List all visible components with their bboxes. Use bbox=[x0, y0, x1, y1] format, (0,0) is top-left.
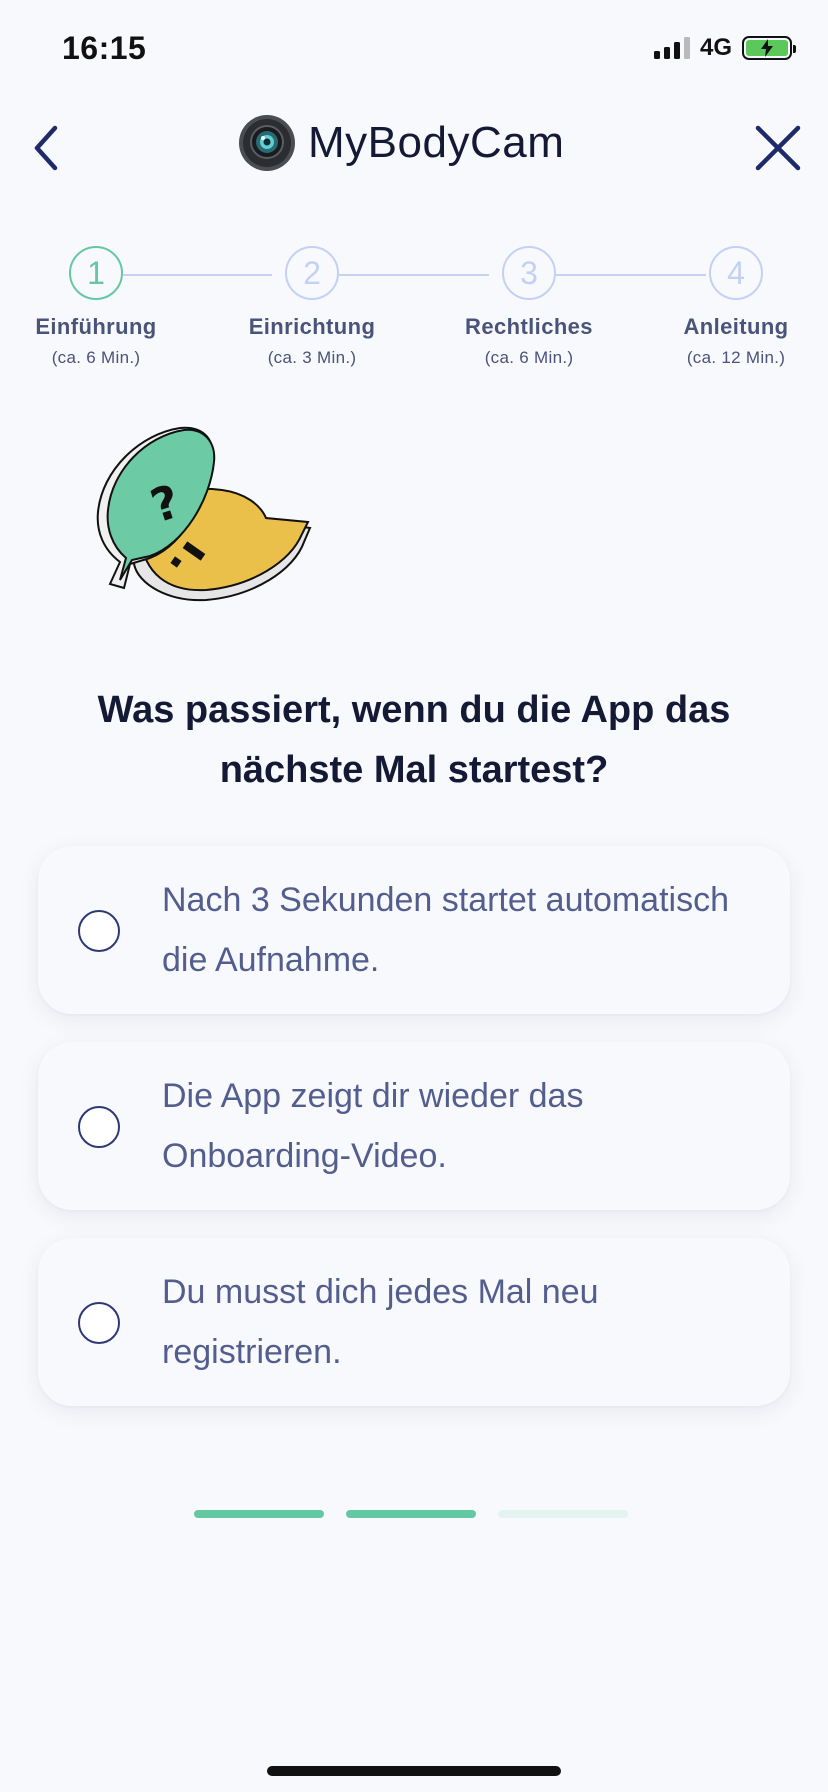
step-legal: 3 Rechtliches (ca. 6 Min.) bbox=[439, 246, 619, 368]
quiz-question: Was passiert, wenn du die App das nächst… bbox=[97, 689, 731, 791]
step-label: Anleitung bbox=[683, 314, 789, 339]
step-guide: 4 Anleitung (ca. 12 Min.) bbox=[646, 246, 826, 368]
close-icon bbox=[755, 125, 801, 171]
close-button[interactable] bbox=[750, 120, 806, 176]
answer-option[interactable]: Du musst dich jedes Mal neu registrieren… bbox=[38, 1238, 790, 1406]
network-label: 4G bbox=[699, 34, 732, 61]
battery-icon bbox=[742, 36, 796, 60]
radio-button[interactable] bbox=[78, 1106, 120, 1148]
camera-lens-logo-icon bbox=[239, 115, 295, 171]
step-label: Rechtliches bbox=[465, 314, 593, 339]
step-duration: (ca. 6 Min.) bbox=[51, 348, 141, 367]
back-button[interactable] bbox=[26, 118, 66, 178]
signal-icon bbox=[653, 37, 690, 59]
step-number: 3 bbox=[502, 246, 556, 300]
radio-button[interactable] bbox=[78, 1302, 120, 1344]
progress-segment bbox=[346, 1510, 476, 1518]
answer-option[interactable]: Die App zeigt dir wieder das Onboarding-… bbox=[38, 1042, 790, 1210]
step-label: Einrichtung bbox=[248, 314, 376, 339]
progress-segment bbox=[194, 1510, 324, 1518]
status-bar: 16:15 4G bbox=[0, 0, 828, 96]
step-number: 4 bbox=[709, 246, 763, 300]
radio-button[interactable] bbox=[78, 910, 120, 952]
step-number: 2 bbox=[285, 246, 339, 300]
answer-text: Nach 3 Sekunden startet automatisch die … bbox=[162, 881, 729, 979]
step-duration: (ca. 12 Min.) bbox=[686, 348, 786, 367]
chevron-left-icon bbox=[34, 125, 58, 171]
question-exclamation-speech-bubbles-icon: ? bbox=[96, 426, 312, 602]
status-indicators: 4G bbox=[653, 34, 796, 62]
home-indicator[interactable] bbox=[267, 1766, 561, 1776]
brand: MyBodyCam bbox=[238, 114, 564, 172]
onboarding-stepper: 1 Einführung (ca. 6 Min.) 2 Einrichtung … bbox=[0, 246, 828, 376]
step-duration: (ca. 3 Min.) bbox=[267, 348, 357, 367]
answer-text: Die App zeigt dir wieder das Onboarding-… bbox=[162, 1077, 584, 1175]
status-time: 16:15 bbox=[62, 30, 147, 66]
step-introduction: 1 Einführung (ca. 6 Min.) bbox=[6, 246, 186, 368]
step-duration: (ca. 6 Min.) bbox=[484, 348, 574, 367]
step-label: Einführung bbox=[35, 314, 157, 339]
quiz-progress bbox=[194, 1510, 628, 1518]
step-number: 1 bbox=[69, 246, 123, 300]
header: MyBodyCam bbox=[0, 96, 828, 200]
answer-text: Du musst dich jedes Mal neu registrieren… bbox=[162, 1273, 599, 1371]
progress-segment bbox=[498, 1510, 628, 1518]
brand-name: MyBodyCam bbox=[308, 118, 565, 167]
step-setup: 2 Einrichtung (ca. 3 Min.) bbox=[222, 246, 402, 368]
answer-option[interactable]: Nach 3 Sekunden startet automatisch die … bbox=[38, 846, 790, 1014]
